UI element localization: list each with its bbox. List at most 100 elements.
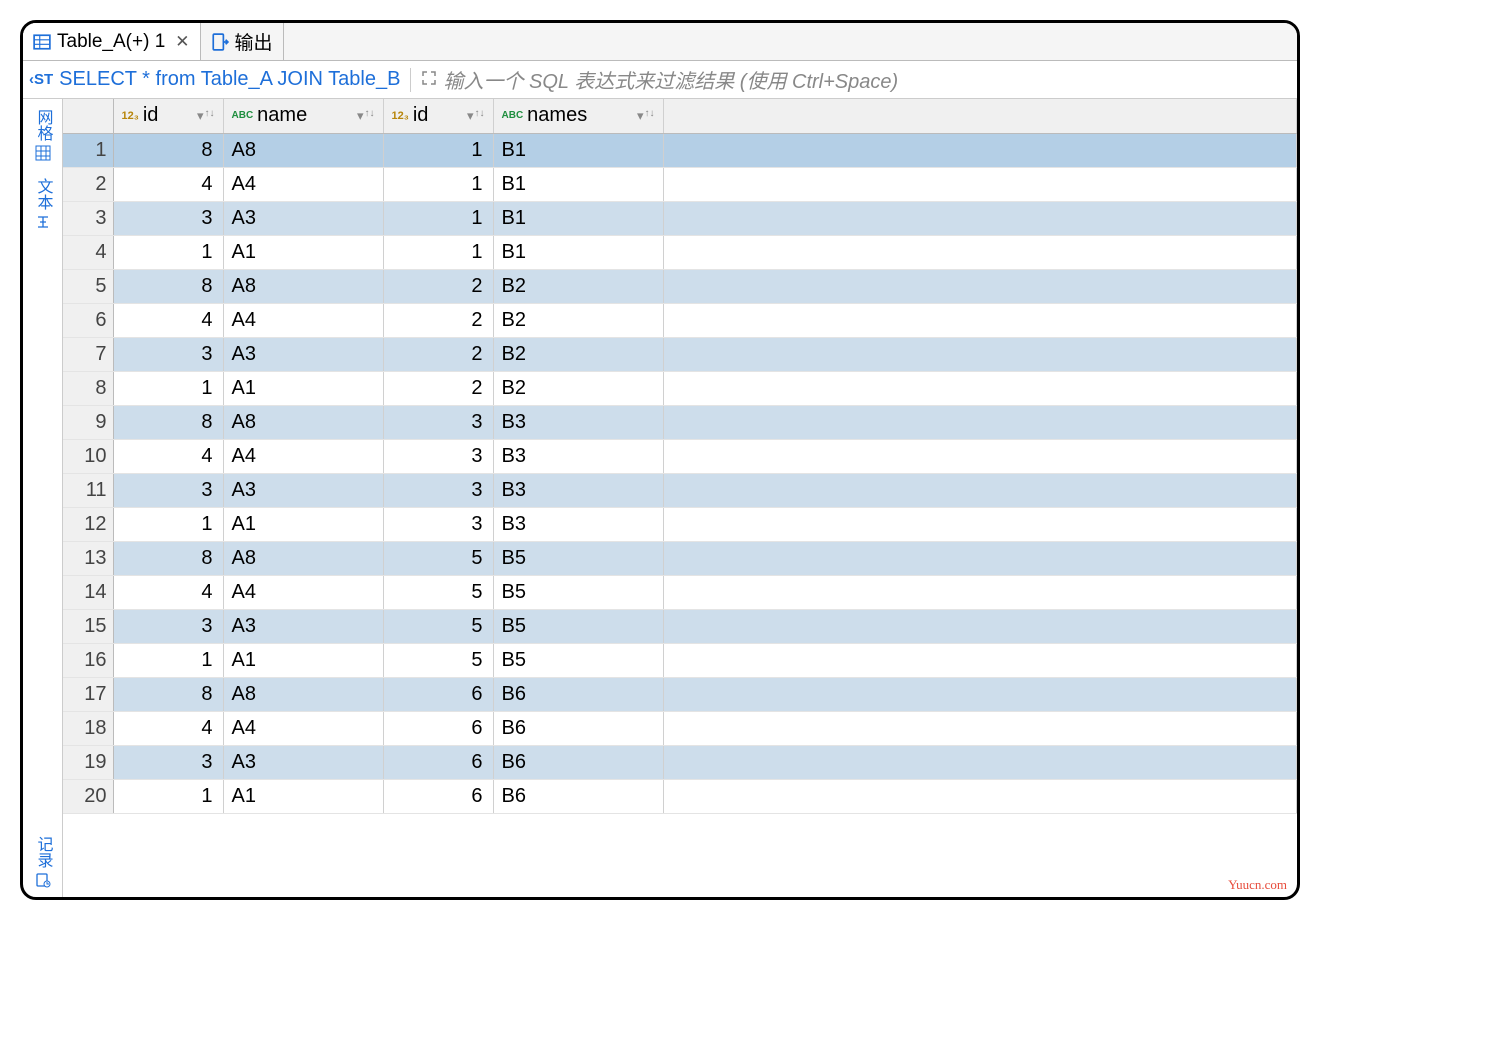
cell[interactable]: 3	[383, 507, 493, 541]
cell[interactable]: 3	[113, 473, 223, 507]
cell[interactable]: B5	[493, 609, 663, 643]
cell[interactable]: A3	[223, 473, 383, 507]
cell[interactable]: A1	[223, 507, 383, 541]
cell[interactable]: A1	[223, 371, 383, 405]
row-number[interactable]: 17	[63, 677, 113, 711]
cell[interactable]: B3	[493, 507, 663, 541]
row-number[interactable]: 11	[63, 473, 113, 507]
cell[interactable]: A8	[223, 405, 383, 439]
table-row[interactable]: 104A43B3	[63, 439, 1297, 473]
row-number[interactable]: 15	[63, 609, 113, 643]
cell[interactable]: B5	[493, 643, 663, 677]
cell[interactable]: 3	[383, 473, 493, 507]
cell[interactable]: B5	[493, 541, 663, 575]
cell[interactable]: A4	[223, 439, 383, 473]
cell[interactable]: A3	[223, 609, 383, 643]
cell[interactable]: 3	[113, 609, 223, 643]
row-number[interactable]: 3	[63, 201, 113, 235]
row-number[interactable]: 9	[63, 405, 113, 439]
cell[interactable]: A8	[223, 133, 383, 167]
cell[interactable]: B6	[493, 779, 663, 813]
cell[interactable]: A4	[223, 575, 383, 609]
cell[interactable]: 8	[113, 133, 223, 167]
table-row[interactable]: 81A12B2	[63, 371, 1297, 405]
cell[interactable]: 5	[383, 609, 493, 643]
cell[interactable]: 1	[113, 779, 223, 813]
cell[interactable]: 4	[113, 167, 223, 201]
cell[interactable]: 4	[113, 575, 223, 609]
cell[interactable]: 1	[383, 167, 493, 201]
table-row[interactable]: 184A46B6	[63, 711, 1297, 745]
rail-text[interactable]: 文本	[31, 174, 55, 239]
cell[interactable]: B1	[493, 201, 663, 235]
close-icon[interactable]: ✕	[175, 32, 189, 52]
cell[interactable]: 3	[383, 439, 493, 473]
cell[interactable]: A8	[223, 677, 383, 711]
cell[interactable]: A3	[223, 745, 383, 779]
table-row[interactable]: 58A82B2	[63, 269, 1297, 303]
row-number[interactable]: 2	[63, 167, 113, 201]
row-number[interactable]: 20	[63, 779, 113, 813]
cell[interactable]: 1	[113, 643, 223, 677]
filter-input[interactable]: 输入一个 SQL 表达式来过滤结果 (使用 Ctrl+Space)	[443, 65, 898, 94]
cell[interactable]: A3	[223, 201, 383, 235]
row-number[interactable]: 12	[63, 507, 113, 541]
table-row[interactable]: 153A35B5	[63, 609, 1297, 643]
table-row[interactable]: 64A42B2	[63, 303, 1297, 337]
cell[interactable]: B2	[493, 269, 663, 303]
cell[interactable]: 3	[113, 201, 223, 235]
cell[interactable]: 1	[383, 201, 493, 235]
cell[interactable]: B3	[493, 405, 663, 439]
filter-sort-icon[interactable]: ▾↑↓	[197, 108, 215, 124]
row-number[interactable]: 7	[63, 337, 113, 371]
cell[interactable]: B3	[493, 473, 663, 507]
cell[interactable]: 5	[383, 643, 493, 677]
cell[interactable]: A1	[223, 779, 383, 813]
row-number[interactable]: 8	[63, 371, 113, 405]
cell[interactable]: 6	[383, 779, 493, 813]
cell[interactable]: B2	[493, 371, 663, 405]
cell[interactable]: 2	[383, 303, 493, 337]
cell[interactable]: 8	[113, 541, 223, 575]
cell[interactable]: B2	[493, 337, 663, 371]
sql-query-text[interactable]: SELECT * from Table_A JOIN Table_B	[59, 68, 400, 91]
cell[interactable]: B1	[493, 133, 663, 167]
expand-icon[interactable]	[421, 70, 437, 89]
cell[interactable]: B6	[493, 711, 663, 745]
table-row[interactable]: 144A45B5	[63, 575, 1297, 609]
cell[interactable]: 4	[113, 711, 223, 745]
table-row[interactable]: 73A32B2	[63, 337, 1297, 371]
row-number[interactable]: 6	[63, 303, 113, 337]
tab-output[interactable]: 输出	[201, 23, 284, 60]
table-row[interactable]: 121A13B3	[63, 507, 1297, 541]
cell[interactable]: 2	[383, 269, 493, 303]
cell[interactable]: A4	[223, 711, 383, 745]
cell[interactable]: 5	[383, 575, 493, 609]
cell[interactable]: B2	[493, 303, 663, 337]
column-header-names[interactable]: ABC names ▾↑↓	[493, 99, 663, 133]
column-header-id2[interactable]: 12₃ id ▾↑↓	[383, 99, 493, 133]
cell[interactable]: 1	[383, 235, 493, 269]
row-number[interactable]: 10	[63, 439, 113, 473]
cell[interactable]: A1	[223, 643, 383, 677]
cell[interactable]: 8	[113, 677, 223, 711]
row-number[interactable]: 19	[63, 745, 113, 779]
cell[interactable]: 2	[383, 371, 493, 405]
data-grid[interactable]: 12₃ id ▾↑↓ ABC name ▾↑↓	[63, 99, 1297, 897]
rail-record[interactable]: 记录	[31, 832, 55, 897]
cell[interactable]: 8	[113, 269, 223, 303]
row-number[interactable]: 16	[63, 643, 113, 677]
cell[interactable]: A8	[223, 269, 383, 303]
row-number[interactable]: 14	[63, 575, 113, 609]
filter-sort-icon[interactable]: ▾↑↓	[357, 108, 375, 124]
filter-sort-icon[interactable]: ▾↑↓	[637, 108, 655, 124]
table-row[interactable]: 161A15B5	[63, 643, 1297, 677]
table-row[interactable]: 24A41B1	[63, 167, 1297, 201]
cell[interactable]: B6	[493, 677, 663, 711]
cell[interactable]: 6	[383, 677, 493, 711]
cell[interactable]: 4	[113, 303, 223, 337]
cell[interactable]: 5	[383, 541, 493, 575]
column-header-name[interactable]: ABC name ▾↑↓	[223, 99, 383, 133]
cell[interactable]: 8	[113, 405, 223, 439]
cell[interactable]: 1	[383, 133, 493, 167]
